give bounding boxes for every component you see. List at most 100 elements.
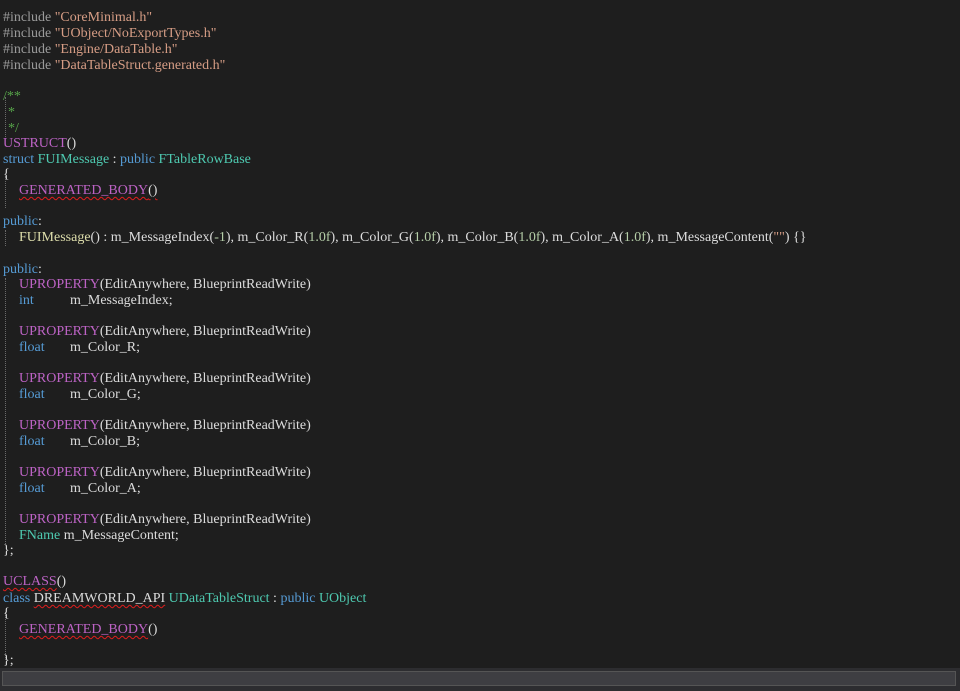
code-line-include-4: #include "DataTableStruct.generated.h" [3,58,225,74]
api-macro: DREAMWORLD_API [33,591,166,606]
variable: m_Color_A; [70,481,141,496]
code-line-include-2: #include "UObject/NoExportTypes.h" [3,26,216,42]
code-line-uproperty: UPROPERTY(EditAnywhere, BlueprintReadWri… [19,277,311,293]
include-path: "Engine/DataTable.h" [54,42,178,57]
code-text: (EditAnywhere, BlueprintReadWrite) [99,324,311,339]
keyword: public [3,214,38,229]
number: -1 [214,230,226,245]
keyword: struct [3,152,35,167]
code-line-generated-body: GENERATED_BODY() [19,183,157,199]
macro: USTRUCT [3,136,67,151]
code-line-var-r: float m_Color_R; [19,340,140,356]
preprocessor: #include [3,26,52,41]
code-line-var-content: FName m_MessageContent; [19,528,179,544]
punct: : [269,591,281,606]
include-path: "CoreMinimal.h" [54,10,153,25]
code-line-comment-close: */ [8,121,19,136]
number: 1.0f [623,230,646,245]
code-line-uproperty: UPROPERTY(EditAnywhere, BlueprintReadWri… [19,418,311,434]
code-text: ), m_Color_B( [435,230,519,245]
code-line-uproperty: UPROPERTY(EditAnywhere, BlueprintReadWri… [19,324,311,340]
punct: : [38,262,42,277]
code-text: ), m_Color_G( [330,230,414,245]
code-line-generated-body: GENERATED_BODY() [19,622,157,638]
code-line-close: }; [3,543,14,558]
macro: UPROPERTY [19,512,100,527]
include-path: "DataTableStruct.generated.h" [54,58,226,73]
keyword: int [19,293,34,308]
include-path: "UObject/NoExportTypes.h" [54,26,217,41]
number: 1.0f [413,230,436,245]
punct: () [56,574,67,589]
keyword: public [3,262,38,277]
keyword: float [19,387,45,402]
code-line-public: public: [3,262,42,278]
indent-guide [5,278,6,544]
variable: m_MessageContent; [63,528,179,543]
preprocessor: #include [3,58,52,73]
code-text: ) {} [784,230,807,245]
code-line-public: public: [3,214,42,230]
code-line-constructor: FUIMessage() : m_MessageIndex(-1), m_Col… [19,230,806,246]
code-text: (EditAnywhere, BlueprintReadWrite) [99,418,311,433]
punct: : [109,152,121,167]
horizontal-scrollbar[interactable] [2,671,956,686]
code-text: () : m_MessageIndex( [90,230,215,245]
code-line-include-1: #include "CoreMinimal.h" [3,10,152,26]
macro: UPROPERTY [19,371,100,386]
code-line-var-a: float m_Color_A; [19,481,141,497]
code-text: ), m_Color_A( [540,230,624,245]
keyword: float [19,434,45,449]
code-text: (EditAnywhere, BlueprintReadWrite) [99,465,311,480]
keyword: class [3,591,31,606]
code-text: ), m_MessageContent( [645,230,774,245]
code-line-var-g: float m_Color_G; [19,387,141,403]
code-line-uclass: UCLASS() [3,574,66,590]
variable: m_Color_R; [70,340,141,355]
preprocessor: #include [3,10,52,25]
punct: () [148,622,158,637]
code-line-brace: { [3,606,10,621]
type-name: FUIMessage [37,152,110,167]
macro: UPROPERTY [19,465,100,480]
macro: GENERATED_BODY [19,622,149,637]
macro: UPROPERTY [19,277,100,292]
type-name: FName [19,528,61,543]
code-text: (EditAnywhere, BlueprintReadWrite) [99,371,311,386]
punct: : [38,214,42,229]
code-line-close: }; [3,653,14,668]
punct: () [148,183,158,198]
keyword: float [19,340,45,355]
type-name: UDataTableStruct [168,591,270,606]
code-text: (EditAnywhere, BlueprintReadWrite) [99,277,311,292]
code-line-comment-star: * [8,105,15,120]
macro: GENERATED_BODY [19,183,149,198]
code-line-uproperty: UPROPERTY(EditAnywhere, BlueprintReadWri… [19,465,311,481]
keyword: public [280,591,316,606]
macro: UPROPERTY [19,324,100,339]
code-text: (EditAnywhere, BlueprintReadWrite) [99,512,311,527]
type-name: FTableRowBase [158,152,251,167]
variable: m_Color_G; [70,387,141,402]
number: 1.0f [518,230,541,245]
variable: m_MessageIndex; [70,293,173,308]
preprocessor: #include [3,42,52,57]
macro: UPROPERTY [19,418,100,433]
number: 1.0f [308,230,331,245]
punct: () [66,136,77,151]
indent-guide [5,230,6,246]
code-line-include-3: #include "Engine/DataTable.h" [3,42,178,58]
code-line-ustruct: USTRUCT() [3,136,76,152]
macro: UCLASS [3,574,57,589]
keyword: public [120,152,156,167]
code-line-uproperty: UPROPERTY(EditAnywhere, BlueprintReadWri… [19,371,311,387]
code-editor[interactable]: #include "CoreMinimal.h" #include "UObje… [0,0,960,668]
code-text: ), m_Color_R( [225,230,309,245]
variable: m_Color_B; [70,434,141,449]
function-name: FUIMessage [19,230,91,245]
code-line-struct-decl: struct FUIMessage : public FTableRowBase [3,152,251,168]
keyword: float [19,481,45,496]
code-line-class-decl: class DREAMWORLD_API UDataTableStruct : … [3,591,366,607]
type-name: UObject [318,591,367,606]
string: "" [773,230,785,245]
